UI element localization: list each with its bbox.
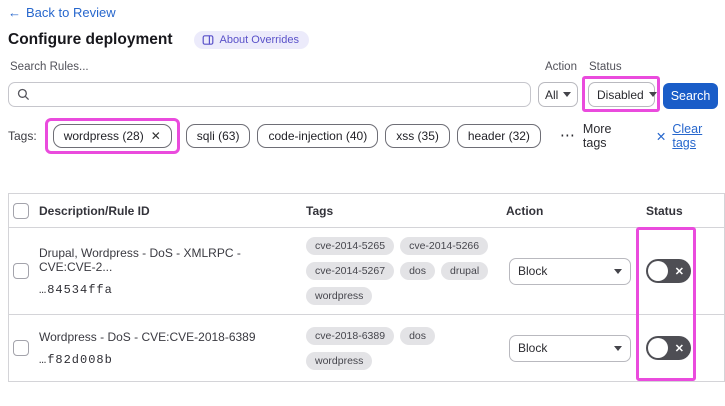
back-arrow-icon: ← <box>8 5 21 20</box>
toggle-x-icon: ✕ <box>674 342 684 355</box>
rule-tags: cve-2018-6389 dos wordpress <box>306 326 506 370</box>
rule-tag: wordpress <box>306 287 373 305</box>
tag-filter-header[interactable]: header (32) <box>456 124 541 148</box>
tag-filter-code-injection[interactable]: code-injection (40) <box>257 124 379 148</box>
toggle-x-icon: ✕ <box>674 265 684 278</box>
rule-tag: cve-2014-5267 <box>306 262 395 280</box>
action-select-value: Block <box>518 264 548 278</box>
search-rules-input[interactable] <box>36 83 530 106</box>
status-filter-value: Disabled <box>597 87 644 102</box>
tag-filter-wordpress-label: wordpress (28) <box>63 129 144 143</box>
toggle-knob <box>648 338 668 358</box>
rule-description: Drupal, Wordpress - DoS - XMLRPC - CVE:C… <box>39 245 241 274</box>
table-row: Wordpress - DoS - CVE:CVE-2018-6389 …f82… <box>9 315 724 381</box>
tags-bar-label: Tags: <box>8 129 37 143</box>
rule-tag: wordpress <box>306 351 373 370</box>
tags-bar: Tags: wordpress (28) ✕ sqli (63) code-in… <box>8 118 725 154</box>
clear-tags-button[interactable]: ✕ Clear tags <box>656 122 725 150</box>
table-row: Drupal, Wordpress - DoS - XMLRPC - CVE:C… <box>9 228 724 315</box>
column-header-tags: Tags <box>306 203 334 218</box>
book-icon <box>202 34 214 46</box>
page-title: Configure deployment <box>8 31 173 48</box>
chevron-down-icon <box>563 92 572 97</box>
tag-filter-xss[interactable]: xss (35) <box>385 124 450 148</box>
column-header-action: Action <box>506 203 544 218</box>
status-toggle-off[interactable]: ✕ <box>646 336 691 360</box>
action-filter-label: Action <box>545 61 577 73</box>
column-header-description: Description/Rule ID <box>39 203 150 218</box>
search-icon <box>17 88 30 101</box>
ellipsis-icon: ⋯ <box>559 127 576 144</box>
rule-tags: cve-2014-5265 cve-2014-5266 cve-2014-526… <box>306 237 506 305</box>
chevron-down-icon <box>648 92 657 97</box>
chevron-down-icon <box>614 345 622 351</box>
table-header-row: Description/Rule ID Tags Action Status <box>9 194 724 228</box>
status-filter-label: Status <box>589 61 622 73</box>
more-tags-label: More tags <box>582 122 612 150</box>
rule-id: …84534ffa <box>39 282 113 297</box>
tag-filter-wordpress[interactable]: wordpress (28) ✕ <box>52 124 172 148</box>
remove-tag-icon[interactable]: ✕ <box>151 129 161 143</box>
clear-tags-label: Clear tags <box>672 122 703 150</box>
toggle-knob <box>648 261 668 281</box>
highlight-box-active-tag: wordpress (28) ✕ <box>44 118 180 154</box>
row-checkbox[interactable] <box>13 263 29 279</box>
more-tags-button[interactable]: ⋯ More tags <box>560 122 634 150</box>
tag-filter-sqli[interactable]: sqli (63) <box>185 124 251 148</box>
rules-table: Description/Rule ID Tags Action Status D… <box>8 193 725 382</box>
search-rules-label: Search Rules... <box>10 61 89 73</box>
action-select[interactable]: Block <box>509 334 631 362</box>
back-to-review-link[interactable]: ← Back to Review <box>8 5 116 20</box>
search-rules-box[interactable] <box>8 82 531 107</box>
action-filter-value: All <box>545 87 559 102</box>
rule-id: …f82d008b <box>39 352 113 367</box>
status-filter-dropdown[interactable]: Disabled <box>588 82 657 107</box>
rule-tag: cve-2018-6389 <box>306 326 395 345</box>
title-row: Configure deployment About Overrides <box>8 31 309 49</box>
select-all-checkbox[interactable] <box>13 202 29 219</box>
action-select[interactable]: Block <box>509 257 631 285</box>
about-overrides-badge[interactable]: About Overrides <box>194 31 309 49</box>
action-select-value: Block <box>518 341 548 355</box>
rule-tag: dos <box>400 262 435 280</box>
status-toggle-off[interactable]: ✕ <box>646 259 691 283</box>
back-link-label: Back to Review <box>26 5 116 20</box>
rule-tag: cve-2014-5266 <box>400 237 489 255</box>
rule-tag: drupal <box>441 262 489 280</box>
clear-tags-icon: ✕ <box>655 129 667 144</box>
about-overrides-label: About Overrides <box>219 34 299 46</box>
rule-tag: dos <box>400 326 435 345</box>
column-header-status: Status <box>646 203 683 218</box>
chevron-down-icon <box>614 268 622 274</box>
row-checkbox[interactable] <box>13 340 29 356</box>
search-button[interactable]: Search <box>663 83 718 109</box>
rule-tag: cve-2014-5265 <box>306 237 395 255</box>
rule-description: Wordpress - DoS - CVE:CVE-2018-6389 <box>39 329 256 344</box>
action-filter-dropdown[interactable]: All <box>538 82 578 107</box>
